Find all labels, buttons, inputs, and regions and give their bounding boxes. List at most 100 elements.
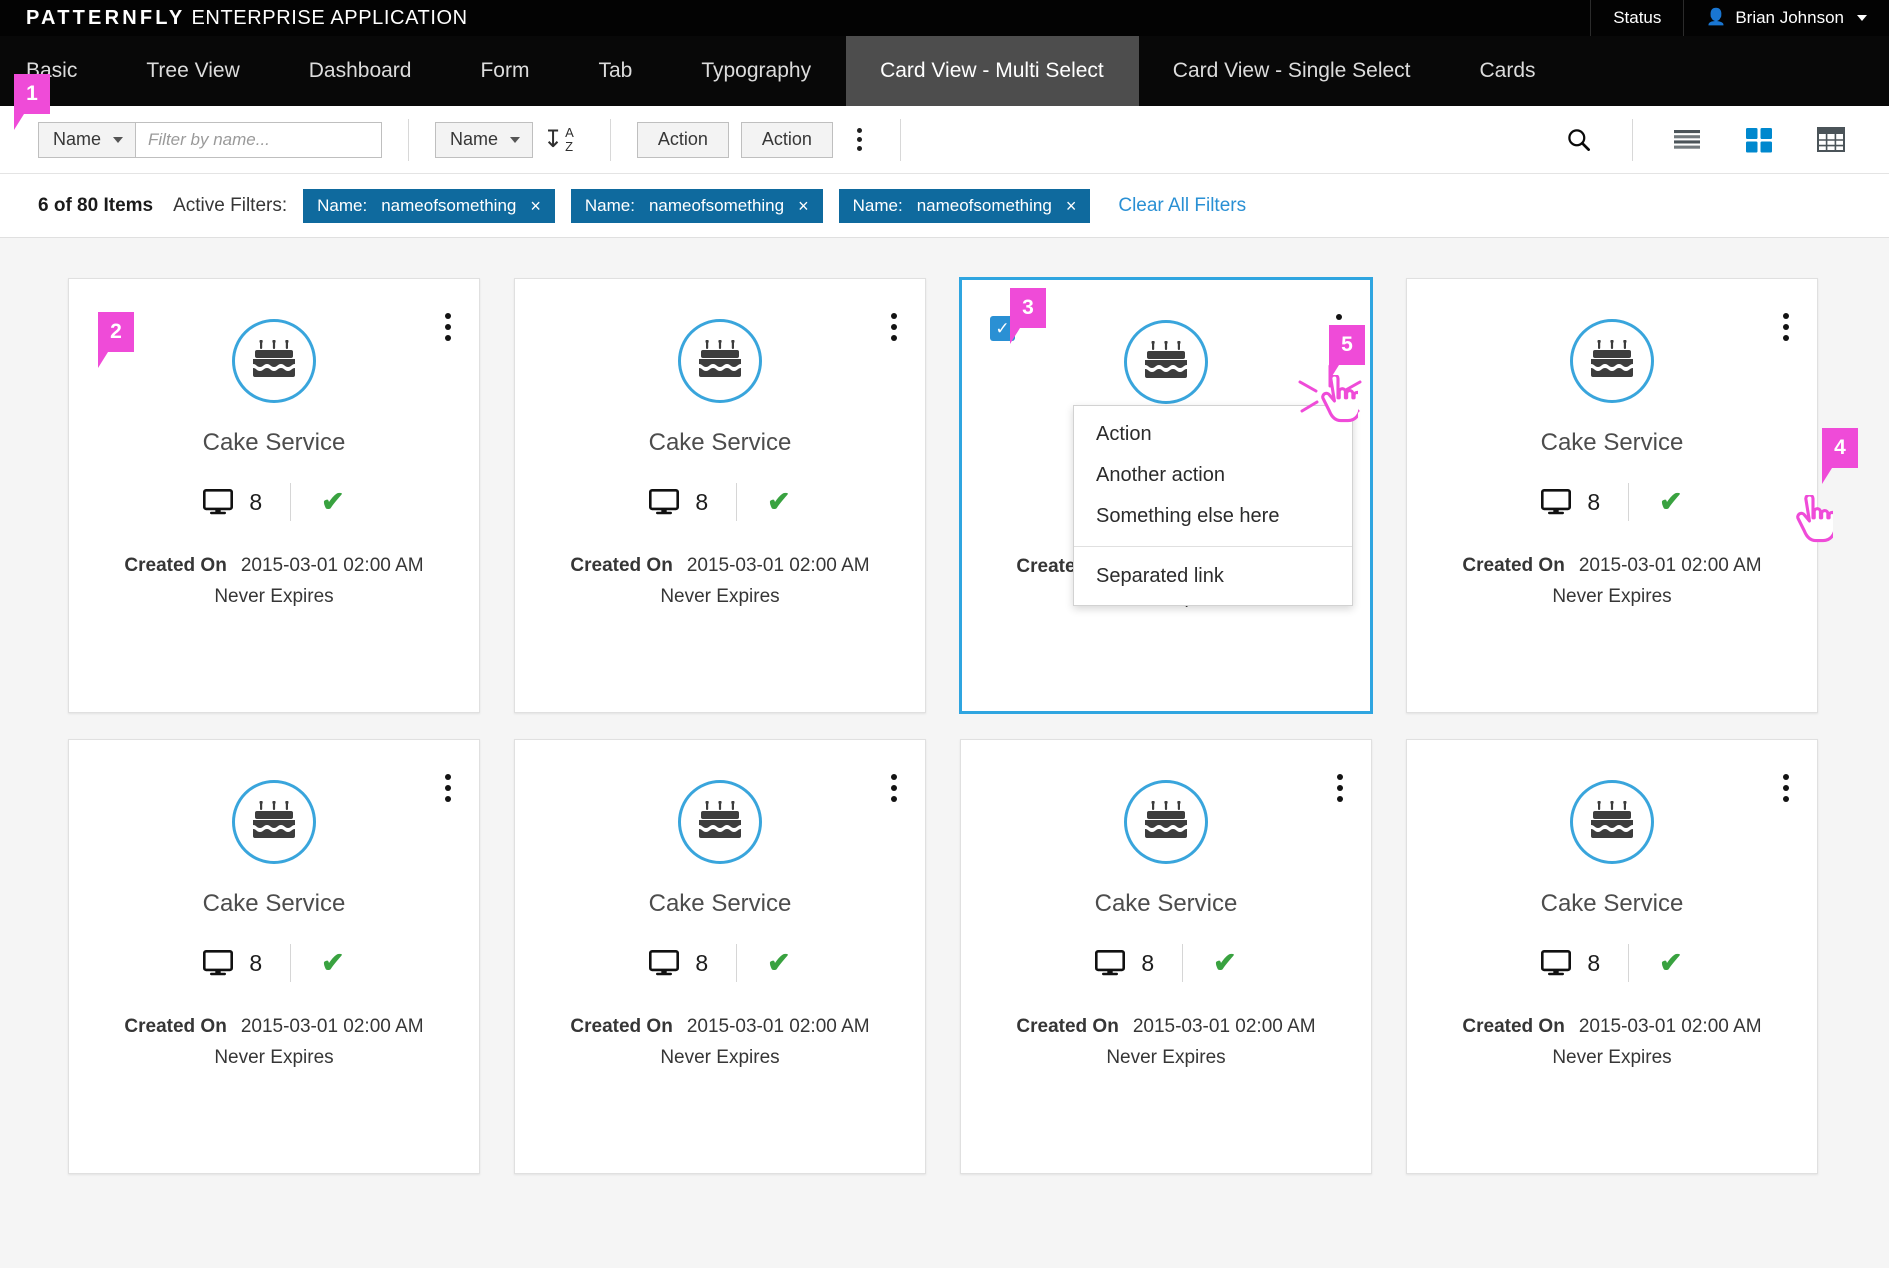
card-meta: Created On2015-03-01 02:00 AM Never Expi… xyxy=(546,1012,893,1074)
card[interactable]: Cake Service 8 ✔ Created On2015-03-01 02… xyxy=(1406,278,1818,713)
card-action-dropdown-menu[interactable]: Action Another action Something else her… xyxy=(1073,405,1353,606)
nav-tab-label: Dashboard xyxy=(309,59,412,83)
primary-navigation: Basic Tree View Dashboard Form Tab Typog… xyxy=(0,36,1889,106)
clear-all-filters-link[interactable]: Clear All Filters xyxy=(1118,195,1246,217)
card-kebab-menu-icon[interactable] xyxy=(891,313,897,341)
dropdown-item-another-action[interactable]: Another action xyxy=(1074,455,1352,496)
card-meta: Created On2015-03-01 02:00 AM Never Expi… xyxy=(546,551,893,613)
card-node-count-value: 8 xyxy=(1141,950,1154,977)
card-created-value: 2015-03-01 02:00 AM xyxy=(1579,1016,1762,1037)
check-icon: ✔ xyxy=(737,488,790,516)
card-node-count-value: 8 xyxy=(1587,950,1600,977)
list-view-icon xyxy=(1673,128,1701,152)
monitor-icon xyxy=(1541,950,1571,976)
nav-tab-label: Typography xyxy=(701,59,811,83)
card-kebab-menu-icon[interactable] xyxy=(445,774,451,802)
card-avatar xyxy=(1570,319,1654,403)
card-created-label: Created On xyxy=(1016,1016,1118,1037)
card-node-count: 8 xyxy=(1095,950,1182,977)
card-stats: 8 ✔ xyxy=(649,944,790,982)
close-icon[interactable]: × xyxy=(1066,197,1077,215)
filter-input-group: Name Filter by name... xyxy=(38,122,382,158)
card-avatar xyxy=(678,780,762,864)
close-icon[interactable]: × xyxy=(530,197,541,215)
card[interactable]: Cake Service 8 ✔ Created On2015-03-01 02… xyxy=(1406,739,1818,1174)
brand-logo[interactable]: PATTERNFLY ENTERPRISE APPLICATION xyxy=(0,7,468,30)
nav-tab-typography[interactable]: Typography xyxy=(667,36,846,106)
card-created-label: Created On xyxy=(124,555,226,576)
dropdown-divider xyxy=(1074,546,1352,547)
cake-icon xyxy=(1589,801,1635,843)
card-created-value: 2015-03-01 02:00 AM xyxy=(241,1016,424,1037)
chevron-down-icon xyxy=(1857,15,1867,21)
cake-icon xyxy=(251,340,297,382)
dropdown-item-separated-link[interactable]: Separated link xyxy=(1074,556,1352,597)
action-button-2[interactable]: Action xyxy=(741,122,833,158)
cake-icon xyxy=(1589,340,1635,382)
card-title: Cake Service xyxy=(1541,429,1684,457)
sort-letter-a: A xyxy=(565,126,574,140)
sort-field-select[interactable]: Name xyxy=(435,122,533,158)
card-created-label: Created On xyxy=(124,1016,226,1037)
cursor-pointer-icon xyxy=(1793,495,1833,543)
nav-tab-tab[interactable]: Tab xyxy=(564,36,667,106)
card-avatar xyxy=(232,319,316,403)
dropdown-item-something-else-here[interactable]: Something else here xyxy=(1074,496,1352,537)
nav-tab-tree-view[interactable]: Tree View xyxy=(112,36,274,106)
card-stats: 8 ✔ xyxy=(1095,944,1236,982)
view-list-button[interactable] xyxy=(1651,128,1723,152)
filter-by-name-input[interactable]: Filter by name... xyxy=(136,122,382,158)
card-kebab-menu-icon[interactable] xyxy=(891,774,897,802)
card-node-count: 8 xyxy=(649,489,736,516)
card[interactable]: Cake Service 8 ✔ Created On2015-03-01 02… xyxy=(514,739,926,1174)
card-avatar xyxy=(232,780,316,864)
card-node-count-value: 8 xyxy=(695,489,708,516)
nav-tab-dashboard[interactable]: Dashboard xyxy=(275,36,447,106)
search-button[interactable] xyxy=(1543,126,1614,153)
status-menu[interactable]: Status xyxy=(1590,0,1683,36)
card-node-count-value: 8 xyxy=(695,950,708,977)
cake-icon xyxy=(697,340,743,382)
card-avatar xyxy=(1124,780,1208,864)
nav-tab-cards[interactable]: Cards xyxy=(1446,36,1571,106)
card-kebab-menu-icon[interactable] xyxy=(1783,774,1789,802)
active-filters-bar: 6 of 80 Items Active Filters: Name: name… xyxy=(0,174,1889,238)
card[interactable]: Cake Service 8 ✔ Created On2015-03-01 02… xyxy=(514,278,926,713)
action-button-1[interactable]: Action xyxy=(637,122,729,158)
table-view-icon xyxy=(1817,127,1845,152)
filter-field-select[interactable]: Name xyxy=(38,122,136,158)
card-kebab-menu-icon[interactable] xyxy=(1783,313,1789,341)
toolbar-divider xyxy=(1632,119,1633,161)
filter-chip-value: nameofsomething xyxy=(649,196,784,216)
toolbar-overflow-kebab-menu-icon[interactable] xyxy=(845,120,874,159)
monitor-icon xyxy=(1541,489,1571,515)
card-title: Cake Service xyxy=(203,890,346,918)
cake-icon xyxy=(1143,341,1189,383)
filter-chip[interactable]: Name: nameofsomething × xyxy=(839,189,1091,223)
card-kebab-menu-icon[interactable] xyxy=(445,313,451,341)
annotation-marker-3: 3 xyxy=(1010,288,1046,328)
sort-arrow-icon: ↧ xyxy=(543,129,563,151)
nav-tab-card-view-single-select[interactable]: Card View - Single Select xyxy=(1139,36,1446,106)
view-table-button[interactable] xyxy=(1795,127,1867,152)
monitor-icon xyxy=(203,489,233,515)
status-label: Status xyxy=(1613,8,1661,28)
filter-chip[interactable]: Name: nameofsomething × xyxy=(571,189,823,223)
masthead: PATTERNFLY ENTERPRISE APPLICATION Status… xyxy=(0,0,1889,36)
card[interactable]: Cake Service 8 ✔ Created On2015-03-01 02… xyxy=(68,739,480,1174)
card-node-count-value: 8 xyxy=(1587,489,1600,516)
card-node-count: 8 xyxy=(649,950,736,977)
card[interactable]: Cake Service 8 ✔ Created On2015-03-01 02… xyxy=(960,739,1372,1174)
nav-tab-form[interactable]: Form xyxy=(446,36,564,106)
nav-tab-card-view-multi-select[interactable]: Card View - Multi Select xyxy=(846,36,1139,106)
view-grid-button[interactable] xyxy=(1723,127,1795,153)
user-menu[interactable]: 👤 Brian Johnson xyxy=(1683,0,1889,36)
check-icon: ✔ xyxy=(291,949,344,977)
masthead-right: Status 👤 Brian Johnson xyxy=(1590,0,1889,36)
card-created-value: 2015-03-01 02:00 AM xyxy=(687,1016,870,1037)
card-created-label: Created On xyxy=(1462,555,1564,576)
filter-chip[interactable]: Name: nameofsomething × xyxy=(303,189,555,223)
card-kebab-menu-icon[interactable] xyxy=(1337,774,1343,802)
sort-direction-button[interactable]: ↧ A Z xyxy=(533,120,584,160)
close-icon[interactable]: × xyxy=(798,197,809,215)
